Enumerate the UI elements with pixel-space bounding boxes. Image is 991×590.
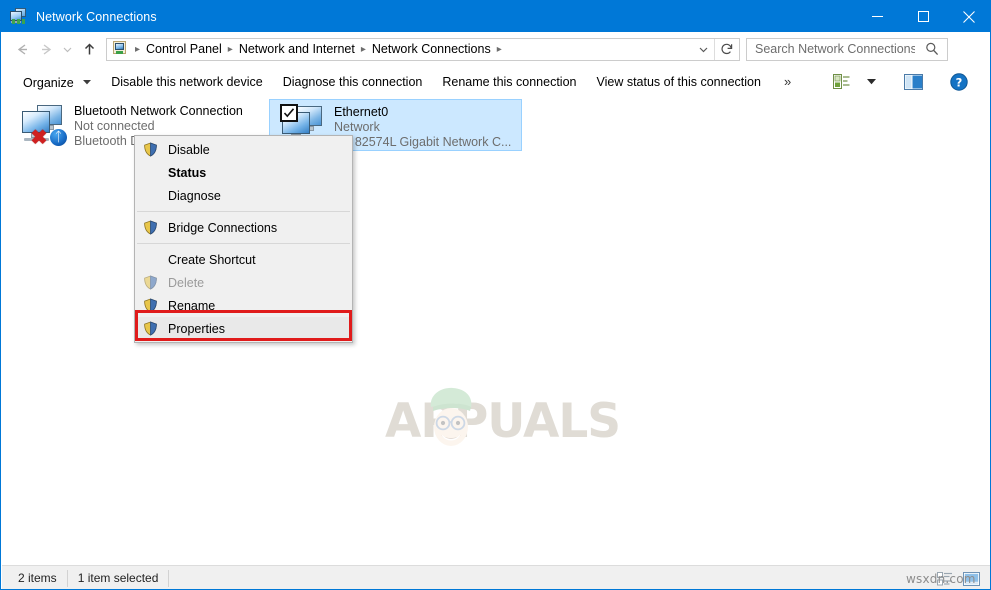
up-button[interactable] (77, 37, 101, 61)
breadcrumb-separator-3[interactable]: ▸ (494, 44, 505, 55)
command-bar-right-tools: ? (824, 70, 978, 94)
bluetooth-icon: ᛏ (50, 129, 67, 146)
context-menu-item-diagnose[interactable]: Diagnose (135, 184, 352, 207)
connection-device: (R) 82574L Gigabit Network C... (334, 135, 512, 149)
appuals-watermark: APPUALS (385, 385, 621, 457)
shield-icon (139, 140, 161, 160)
context-menu-label: Status (168, 165, 207, 180)
maximize-button[interactable] (900, 1, 946, 32)
context-menu-label: Bridge Connections (168, 220, 278, 235)
search-icon[interactable] (925, 42, 939, 56)
address-breadcrumb-bar[interactable]: ▸ Control Panel ▸ Network and Internet ▸… (106, 37, 740, 61)
details-view-icon[interactable] (935, 570, 955, 588)
context-menu-item-status[interactable]: Status (135, 161, 352, 184)
search-input[interactable] (755, 42, 915, 56)
shield-icon (139, 296, 161, 316)
context-menu-item-disable[interactable]: Disable (135, 138, 352, 161)
status-item-count: 2 items (8, 570, 68, 587)
command-bar: Organize Disable this network device Dia… (2, 66, 990, 98)
shield-icon (139, 319, 161, 339)
status-view-buttons (935, 570, 981, 588)
connection-name: Ethernet0 (334, 105, 389, 119)
minimize-button[interactable] (854, 1, 900, 32)
context-menu-label: Properties (168, 321, 225, 336)
window-controls (854, 1, 990, 32)
no-icon (139, 250, 161, 270)
context-menu-item-create-shortcut[interactable]: Create Shortcut (135, 248, 352, 271)
chevron-down-icon[interactable] (692, 39, 714, 60)
breadcrumb-item-network-and-internet[interactable]: Network and Internet (236, 40, 358, 58)
status-selection: 1 item selected (68, 570, 170, 587)
appuals-mascot-icon (430, 387, 472, 446)
red-x-icon: ✖ (30, 127, 48, 149)
context-menu-item-bridge-connections[interactable]: Bridge Connections (135, 216, 352, 239)
organize-label: Organize (23, 75, 74, 90)
appuals-watermark-text: APPUALS (385, 394, 621, 449)
address-bar-actions (692, 38, 739, 60)
breadcrumb-item-control-panel[interactable]: Control Panel (143, 40, 225, 58)
window-title: Network Connections (36, 9, 157, 24)
refresh-icon[interactable] (714, 38, 739, 60)
rename-connection-button[interactable]: Rename this connection (433, 70, 585, 94)
file-explorer-window: Network Connections ▸ Control Panel ▸ Ne… (0, 0, 991, 590)
breadcrumb-separator-0: ▸ (135, 43, 141, 55)
disable-network-device-button[interactable]: Disable this network device (102, 70, 271, 94)
connection-status: Network (334, 120, 380, 134)
connection-status: Not connected (74, 119, 155, 133)
large-icons-view-icon[interactable] (961, 570, 981, 588)
network-connections-icon (10, 8, 27, 25)
diagnose-connection-button[interactable]: Diagnose this connection (274, 70, 432, 94)
checkbox-checked-icon[interactable] (280, 104, 298, 122)
recent-locations-button[interactable] (58, 37, 77, 61)
context-menu-item-rename[interactable]: Rename (135, 294, 352, 317)
location-icon (112, 41, 128, 57)
context-menu-label: Diagnose (168, 188, 221, 203)
context-menu-separator (137, 243, 350, 244)
shield-icon (139, 273, 161, 293)
context-menu: Disable Status Diagnose Bridge Connectio… (134, 135, 353, 343)
preview-pane-icon[interactable] (892, 70, 934, 94)
back-button[interactable] (10, 37, 34, 61)
context-menu-separator (137, 211, 350, 212)
view-options-icon[interactable] (824, 70, 858, 94)
context-menu-label: Delete (168, 275, 205, 290)
no-icon (139, 163, 161, 183)
context-menu-item-properties[interactable]: Properties (135, 317, 352, 340)
connection-name: Bluetooth Network Connection (74, 104, 243, 118)
status-bar: 2 items 1 item selected (2, 565, 990, 589)
close-button[interactable] (946, 1, 990, 32)
view-chevron-down-icon[interactable] (858, 70, 884, 94)
view-status-button[interactable]: View status of this connection (587, 70, 769, 94)
context-menu-item-delete: Delete (135, 271, 352, 294)
organize-button[interactable]: Organize (14, 69, 100, 95)
network-adapter-icon: ✖ ᛏ (20, 103, 68, 149)
overflow-button[interactable]: » (777, 70, 798, 93)
shield-icon (139, 218, 161, 238)
svg-text:?: ? (956, 75, 963, 89)
no-icon (139, 186, 161, 206)
context-menu-label: Disable (168, 142, 210, 157)
search-box[interactable] (746, 37, 948, 61)
breadcrumb-separator-1: ▸ (227, 43, 233, 55)
title-bar: Network Connections (1, 1, 990, 32)
address-bar-row: ▸ Control Panel ▸ Network and Internet ▸… (2, 32, 990, 66)
breadcrumb-separator-2: ▸ (360, 43, 366, 55)
chevron-down-icon (83, 74, 92, 88)
help-icon[interactable]: ? (940, 70, 978, 94)
context-menu-label: Rename (168, 298, 216, 313)
breadcrumb: ▸ Control Panel ▸ Network and Internet ▸… (132, 40, 505, 58)
breadcrumb-item-network-connections[interactable]: Network Connections (369, 40, 494, 58)
forward-button[interactable] (34, 37, 58, 61)
list-item-text: Ethernet0 Network (R) 82574L Gigabit Net… (334, 105, 511, 150)
context-menu-label: Create Shortcut (168, 252, 256, 267)
